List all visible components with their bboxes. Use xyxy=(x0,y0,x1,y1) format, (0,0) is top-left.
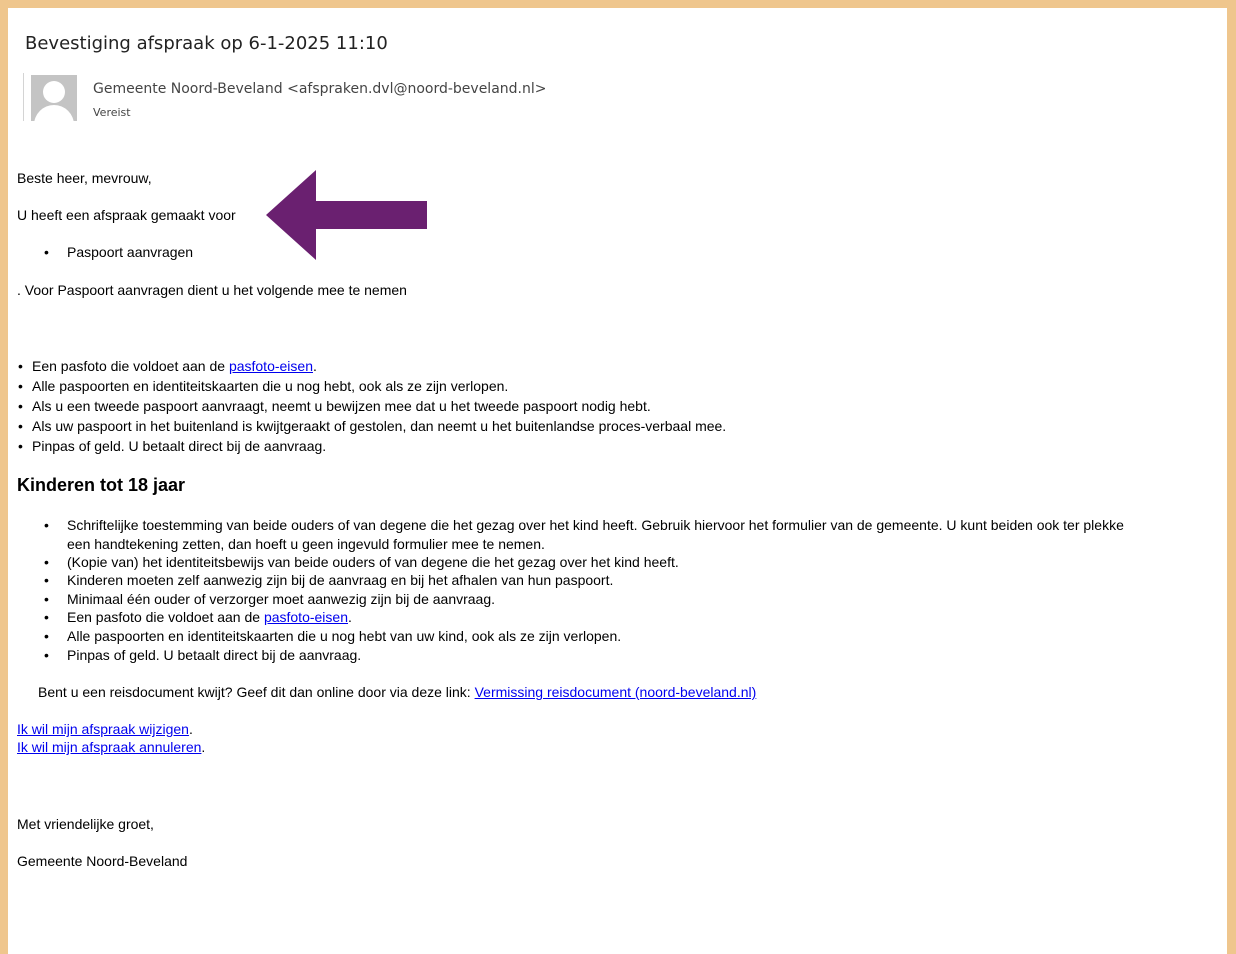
signature: Gemeente Noord-Beveland xyxy=(17,853,188,869)
bullet-dot: • xyxy=(44,609,49,625)
children-item-text: Een pasfoto die voldoet aan de xyxy=(67,609,264,625)
appointment-item: Paspoort aanvragen xyxy=(67,244,194,260)
period: . xyxy=(188,721,193,737)
children-item: Een pasfoto die voldoet aan de pasfoto-e… xyxy=(67,609,352,626)
lost-document-text: Bent u een reisdocument kwijt? Geef dit … xyxy=(38,684,475,700)
bullet-dot: • xyxy=(44,517,49,533)
sender-name[interactable]: Gemeente Noord-Beveland <afspraken.dvl@n… xyxy=(93,81,546,97)
requirement-item: Als uw paspoort in het buitenland is kwi… xyxy=(32,418,727,434)
requirement-item: Een pasfoto die voldoet aan de pasfoto-e… xyxy=(32,358,317,375)
sender-block: Gemeente Noord-Beveland <afspraken.dvl@n… xyxy=(23,73,564,121)
bullet-dot: • xyxy=(18,438,23,454)
avatar[interactable] xyxy=(31,75,77,121)
avatar-shoulders-shape xyxy=(34,105,74,121)
bullet-dot: • xyxy=(44,628,49,644)
lost-document-line: Bent u een reisdocument kwijt? Geef dit … xyxy=(38,684,756,701)
cancel-appointment-link[interactable]: Ik wil mijn afspraak annuleren xyxy=(17,739,201,755)
children-item: Pinpas of geld. U betaalt direct bij de … xyxy=(67,647,362,663)
requirement-suffix: . xyxy=(313,358,317,374)
bullet-dot: • xyxy=(18,358,23,374)
children-item: Alle paspoorten en identiteitskaarten di… xyxy=(67,628,622,644)
bullet-dot: • xyxy=(44,244,49,260)
avatar-head-shape xyxy=(43,81,65,103)
children-item-continued: een handtekening zetten, dan hoeft u gee… xyxy=(67,536,545,552)
bullet-dot: • xyxy=(18,378,23,394)
requirement-text: Een pasfoto die voldoet aan de xyxy=(32,358,229,374)
requirement-item: Pinpas of geld. U betaalt direct bij de … xyxy=(32,438,327,454)
intro-text: U heeft een afspraak gemaakt voor xyxy=(17,207,236,223)
change-appointment-link[interactable]: Ik wil mijn afspraak wijzigen xyxy=(17,721,189,737)
cancel-appointment-line: Ik wil mijn afspraak annuleren. xyxy=(17,739,205,756)
requirement-item: Als u een tweede paspoort aanvraagt, nee… xyxy=(32,398,651,414)
email-frame xyxy=(0,0,1236,954)
children-item: Kinderen moeten zelf aanwezig zijn bij d… xyxy=(67,572,614,588)
closing: Met vriendelijke groet, xyxy=(17,816,154,832)
lost-document-link[interactable]: Vermissing reisdocument (noord-beveland.… xyxy=(475,684,757,700)
bullet-dot: • xyxy=(44,647,49,663)
pasfoto-eisen-link[interactable]: pasfoto-eisen xyxy=(264,609,348,625)
children-item-suffix: . xyxy=(348,609,352,625)
children-item: (Kopie van) het identiteitsbewijs van be… xyxy=(67,554,679,570)
bullet-dot: • xyxy=(44,572,49,588)
bullet-dot: • xyxy=(18,418,23,434)
change-appointment-line: Ik wil mijn afspraak wijzigen. xyxy=(17,721,193,738)
bullet-dot: • xyxy=(44,591,49,607)
greeting: Beste heer, mevrouw, xyxy=(17,170,152,186)
children-item: Schriftelijke toestemming van beide oude… xyxy=(67,517,1124,533)
left-arrow-icon xyxy=(266,170,427,260)
children-heading: Kinderen tot 18 jaar xyxy=(17,475,186,495)
email-subject: Bevestiging afspraak op 6-1-2025 11:10 xyxy=(25,33,388,54)
requirements-intro: . Voor Paspoort aanvragen dient u het vo… xyxy=(17,282,407,298)
children-item: Minimaal één ouder of verzorger moet aan… xyxy=(67,591,496,607)
bullet-dot: • xyxy=(44,554,49,570)
bullet-dot: • xyxy=(18,398,23,414)
pasfoto-eisen-link[interactable]: pasfoto-eisen xyxy=(229,358,313,374)
requirement-item: Alle paspoorten en identiteitskaarten di… xyxy=(32,378,509,394)
sender-status: Vereist xyxy=(93,106,131,119)
period: . xyxy=(201,739,206,755)
